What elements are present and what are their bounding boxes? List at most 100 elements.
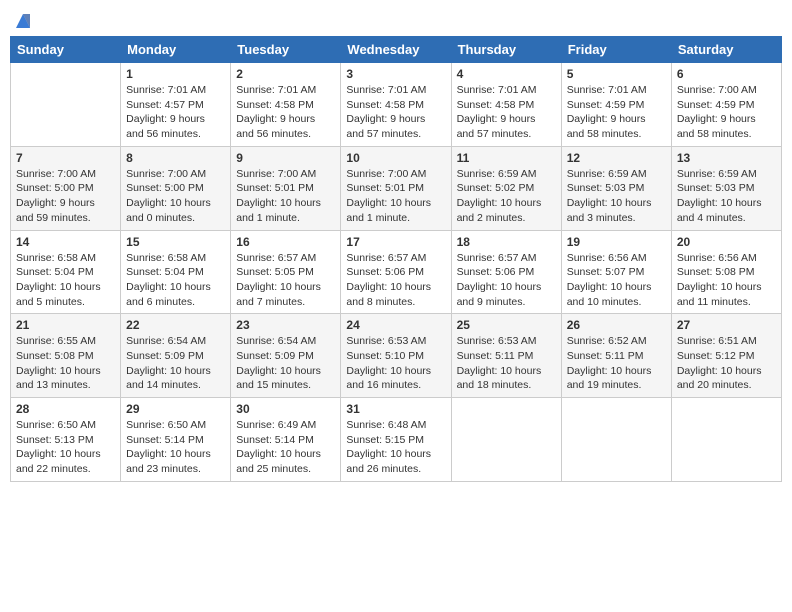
day-info: Sunrise: 6:50 AM Sunset: 5:13 PM Dayligh… <box>16 418 115 477</box>
day-number: 7 <box>16 151 115 165</box>
day-info: Sunrise: 7:00 AM Sunset: 4:59 PM Dayligh… <box>677 83 776 142</box>
day-number: 25 <box>457 318 556 332</box>
calendar-cell <box>561 398 671 482</box>
day-number: 30 <box>236 402 335 416</box>
day-number: 20 <box>677 235 776 249</box>
day-number: 11 <box>457 151 556 165</box>
day-number: 28 <box>16 402 115 416</box>
day-info: Sunrise: 6:57 AM Sunset: 5:06 PM Dayligh… <box>346 251 445 310</box>
calendar-cell: 3Sunrise: 7:01 AM Sunset: 4:58 PM Daylig… <box>341 63 451 147</box>
day-info: Sunrise: 7:00 AM Sunset: 5:00 PM Dayligh… <box>16 167 115 226</box>
logo <box>10 10 34 30</box>
day-info: Sunrise: 7:00 AM Sunset: 5:01 PM Dayligh… <box>236 167 335 226</box>
calendar-cell <box>671 398 781 482</box>
day-info: Sunrise: 6:58 AM Sunset: 5:04 PM Dayligh… <box>126 251 225 310</box>
day-number: 18 <box>457 235 556 249</box>
day-header-saturday: Saturday <box>671 37 781 63</box>
day-info: Sunrise: 7:01 AM Sunset: 4:59 PM Dayligh… <box>567 83 666 142</box>
calendar-cell: 11 Sunrise: 6:59 AM Sunset: 5:02 PM Dayli… <box>451 146 561 230</box>
day-info: Sunrise: 7:00 AM Sunset: 5:00 PM Dayligh… <box>126 167 225 226</box>
logo-icon <box>12 10 34 32</box>
day-number: 26 <box>567 318 666 332</box>
calendar-cell: 10 Sunrise: 7:00 AM Sunset: 5:01 PM Dayli… <box>341 146 451 230</box>
calendar-cell: 9 Sunrise: 7:00 AM Sunset: 5:01 PM Daylig… <box>231 146 341 230</box>
day-number: 27 <box>677 318 776 332</box>
day-info: Sunrise: 6:56 AM Sunset: 5:08 PM Dayligh… <box>677 251 776 310</box>
day-number: 14 <box>16 235 115 249</box>
day-header-thursday: Thursday <box>451 37 561 63</box>
calendar-cell: 13 Sunrise: 6:59 AM Sunset: 5:03 PM Dayli… <box>671 146 781 230</box>
calendar-cell: 6 Sunrise: 7:00 AM Sunset: 4:59 PM Daylig… <box>671 63 781 147</box>
calendar-cell: 18Sunrise: 6:57 AM Sunset: 5:06 PM Dayli… <box>451 230 561 314</box>
day-info: Sunrise: 6:55 AM Sunset: 5:08 PM Dayligh… <box>16 334 115 393</box>
week-row-2: 7 Sunrise: 7:00 AM Sunset: 5:00 PM Daylig… <box>11 146 782 230</box>
week-row-5: 28 Sunrise: 6:50 AM Sunset: 5:13 PM Dayli… <box>11 398 782 482</box>
calendar-cell: 17 Sunrise: 6:57 AM Sunset: 5:06 PM Dayli… <box>341 230 451 314</box>
day-info: Sunrise: 7:01 AM Sunset: 4:58 PM Dayligh… <box>457 83 556 142</box>
day-number: 6 <box>677 67 776 81</box>
day-header-sunday: Sunday <box>11 37 121 63</box>
calendar-cell: 2 Sunrise: 7:01 AM Sunset: 4:58 PM Daylig… <box>231 63 341 147</box>
day-info: Sunrise: 7:01 AM Sunset: 4:58 PM Dayligh… <box>346 83 445 142</box>
day-info: Sunrise: 6:59 AM Sunset: 5:03 PM Dayligh… <box>567 167 666 226</box>
day-header-friday: Friday <box>561 37 671 63</box>
day-header-wednesday: Wednesday <box>341 37 451 63</box>
day-number: 31 <box>346 402 445 416</box>
calendar-cell: 29 Sunrise: 6:50 AM Sunset: 5:14 PM Dayli… <box>121 398 231 482</box>
day-number: 4 <box>457 67 556 81</box>
day-number: 12 <box>567 151 666 165</box>
calendar-cell: 19Sunrise: 6:56 AM Sunset: 5:07 PM Dayli… <box>561 230 671 314</box>
day-number: 24 <box>346 318 445 332</box>
calendar-cell <box>11 63 121 147</box>
calendar-cell: 25 Sunrise: 6:53 AM Sunset: 5:11 PM Dayli… <box>451 314 561 398</box>
calendar-cell: 27Sunrise: 6:51 AM Sunset: 5:12 PM Dayli… <box>671 314 781 398</box>
day-number: 8 <box>126 151 225 165</box>
calendar-cell: 15 Sunrise: 6:58 AM Sunset: 5:04 PM Dayli… <box>121 230 231 314</box>
calendar-cell: 20 Sunrise: 6:56 AM Sunset: 5:08 PM Dayli… <box>671 230 781 314</box>
day-number: 9 <box>236 151 335 165</box>
day-info: Sunrise: 6:50 AM Sunset: 5:14 PM Dayligh… <box>126 418 225 477</box>
day-number: 15 <box>126 235 225 249</box>
calendar-cell: 7 Sunrise: 7:00 AM Sunset: 5:00 PM Daylig… <box>11 146 121 230</box>
day-number: 23 <box>236 318 335 332</box>
day-number: 22 <box>126 318 225 332</box>
day-number: 16 <box>236 235 335 249</box>
page-header <box>10 10 782 30</box>
day-header-tuesday: Tuesday <box>231 37 341 63</box>
day-info: Sunrise: 6:57 AM Sunset: 5:05 PM Dayligh… <box>236 251 335 310</box>
day-number: 5 <box>567 67 666 81</box>
day-info: Sunrise: 6:52 AM Sunset: 5:11 PM Dayligh… <box>567 334 666 393</box>
calendar-cell: 5 Sunrise: 7:01 AM Sunset: 4:59 PM Daylig… <box>561 63 671 147</box>
day-number: 21 <box>16 318 115 332</box>
calendar-cell: 30 Sunrise: 6:49 AM Sunset: 5:14 PM Dayli… <box>231 398 341 482</box>
day-number: 29 <box>126 402 225 416</box>
calendar-cell: 4 Sunrise: 7:01 AM Sunset: 4:58 PM Daylig… <box>451 63 561 147</box>
calendar-cell <box>451 398 561 482</box>
day-number: 10 <box>346 151 445 165</box>
day-number: 17 <box>346 235 445 249</box>
day-info: Sunrise: 6:54 AM Sunset: 5:09 PM Dayligh… <box>236 334 335 393</box>
day-headers-row: SundayMondayTuesdayWednesdayThursdayFrid… <box>11 37 782 63</box>
day-info: Sunrise: 6:59 AM Sunset: 5:03 PM Dayligh… <box>677 167 776 226</box>
week-row-1: 1Sunrise: 7:01 AM Sunset: 4:57 PM Daylig… <box>11 63 782 147</box>
calendar-cell: 28 Sunrise: 6:50 AM Sunset: 5:13 PM Dayli… <box>11 398 121 482</box>
calendar-table: SundayMondayTuesdayWednesdayThursdayFrid… <box>10 36 782 482</box>
day-info: Sunrise: 7:00 AM Sunset: 5:01 PM Dayligh… <box>346 167 445 226</box>
calendar-cell: 24Sunrise: 6:53 AM Sunset: 5:10 PM Dayli… <box>341 314 451 398</box>
week-row-4: 21 Sunrise: 6:55 AM Sunset: 5:08 PM Dayli… <box>11 314 782 398</box>
day-info: Sunrise: 6:48 AM Sunset: 5:15 PM Dayligh… <box>346 418 445 477</box>
calendar-cell: 16 Sunrise: 6:57 AM Sunset: 5:05 PM Dayli… <box>231 230 341 314</box>
day-number: 13 <box>677 151 776 165</box>
day-info: Sunrise: 6:49 AM Sunset: 5:14 PM Dayligh… <box>236 418 335 477</box>
day-info: Sunrise: 7:01 AM Sunset: 4:58 PM Dayligh… <box>236 83 335 142</box>
calendar-cell: 31 Sunrise: 6:48 AM Sunset: 5:15 PM Dayli… <box>341 398 451 482</box>
day-header-monday: Monday <box>121 37 231 63</box>
day-number: 2 <box>236 67 335 81</box>
week-row-3: 14 Sunrise: 6:58 AM Sunset: 5:04 PM Dayli… <box>11 230 782 314</box>
day-info: Sunrise: 6:59 AM Sunset: 5:02 PM Dayligh… <box>457 167 556 226</box>
day-info: Sunrise: 6:56 AM Sunset: 5:07 PM Dayligh… <box>567 251 666 310</box>
day-info: Sunrise: 6:53 AM Sunset: 5:11 PM Dayligh… <box>457 334 556 393</box>
day-info: Sunrise: 6:54 AM Sunset: 5:09 PM Dayligh… <box>126 334 225 393</box>
calendar-cell: 22 Sunrise: 6:54 AM Sunset: 5:09 PM Dayli… <box>121 314 231 398</box>
day-number: 1 <box>126 67 225 81</box>
